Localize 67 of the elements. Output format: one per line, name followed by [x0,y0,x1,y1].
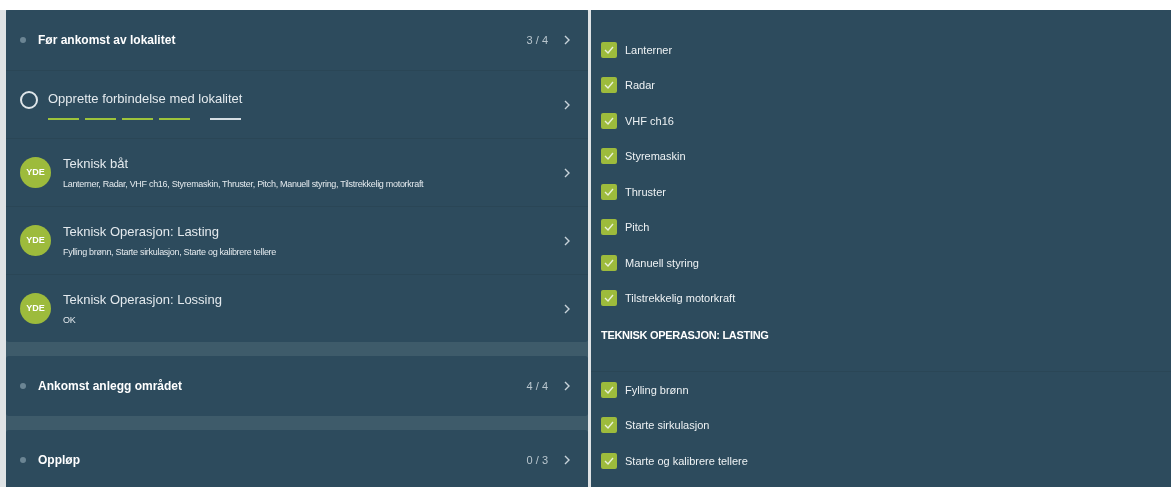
checkbox[interactable] [601,417,617,434]
task-title: Opprette forbindelse med lokalitet [48,89,243,108]
task-row[interactable]: Opprette forbindelse med lokalitet [6,70,588,138]
checkmark-icon [604,294,614,303]
chevron-right-icon [564,381,570,391]
checklist-label: Tilstrekkelig motorkraft [625,291,736,306]
group-title: Ankomst anlegg området [38,378,184,395]
checkbox[interactable] [601,254,617,271]
checklist-label: Thruster [625,184,666,200]
chevron-right-icon [564,455,570,465]
checkbox[interactable] [601,219,617,236]
bullet-icon [20,37,26,43]
checkbox[interactable] [601,112,617,129]
checkmark-icon [604,223,614,232]
bullet-icon [20,383,26,389]
group-header[interactable]: Ankomst anlegg området 4 / 4 [6,356,588,416]
group-header[interactable]: Oppløp 0 / 3 [6,430,588,487]
bullet-icon [20,457,26,463]
group-count: 4 / 4 [526,378,548,394]
checklist-label: Fylling brønn [625,382,689,398]
status-badge: YDE [20,225,51,256]
chevron-right-icon [564,235,570,246]
task-title: Teknisk båt [63,155,130,173]
chevron-right-icon [564,167,570,178]
checkbox[interactable] [601,41,617,58]
chevron-right-icon [564,99,570,110]
task-title: Teknisk Operasjon: Lasting [63,223,221,241]
checklist-label: VHF ch16 [625,113,674,129]
checklist-label: Manuell styring [625,255,699,271]
checkbox[interactable] [601,381,617,398]
checklist-label: Styremaskin [625,149,686,164]
status-badge: YDE [20,293,51,324]
task-row[interactable]: YDE Teknisk Operasjon: Lasting Fylling brønn, Starte sirkulasjon, Starte og kalibrere tellere [6,206,588,274]
checkmark-icon [604,385,614,394]
checklist-label: Pitch [625,220,650,235]
group-count: 0 / 3 [526,452,548,468]
checkbox[interactable] [601,290,617,307]
section-heading: TEKNISK OPERASJON: LASTING [601,328,769,343]
checkmark-icon [604,187,614,196]
status-badge: YDE [20,157,51,188]
checkmark-icon [604,81,614,90]
task-title: Teknisk Operasjon: Lossing [63,291,222,309]
checkmark-icon [604,456,614,465]
checklist-label: Radar [625,78,655,93]
checkbox[interactable] [601,183,617,200]
checkbox[interactable] [601,452,617,469]
chevron-right-icon [564,303,570,314]
task-row[interactable]: YDE Teknisk Operasjon: Lossing OK [6,274,588,342]
chevron-right-icon [564,35,570,45]
group-header[interactable]: Før ankomst av lokalitet 3 / 4 [6,10,588,70]
checklist-label: Starte og kalibrere tellere [625,453,748,469]
group-title: Før ankomst av lokalitet [38,32,177,49]
checkbox[interactable] [601,148,617,165]
checklist-label: Starte sirkulasjon [625,418,710,433]
task-summary: Lanterner, Radar, VHF ch16, Styremaskin, Thruster, Pitch, Manuell styring, Tilstrekkelig motorkraft [63,177,424,191]
checkbox[interactable] [601,77,617,94]
checkmark-icon [604,45,614,54]
checkmark-icon [604,421,614,430]
checklist-label: Lanterner [625,42,673,58]
checkmark-icon [604,116,614,125]
checkmark-icon [604,152,614,161]
group-count: 3 / 4 [526,32,548,48]
task-summary: OK [63,313,77,327]
task-row[interactable]: YDE Teknisk båt Lanterner, Radar, VHF ch16, Styremaskin, Thruster, Pitch, Manuell styring, Tilstrekkelig motorkraft [6,138,588,206]
group-title: Oppløp [38,452,81,469]
task-summary: Fylling brønn, Starte sirkulasjon, Starte og kalibrere tellere [63,245,276,259]
checkmark-icon [604,258,614,267]
